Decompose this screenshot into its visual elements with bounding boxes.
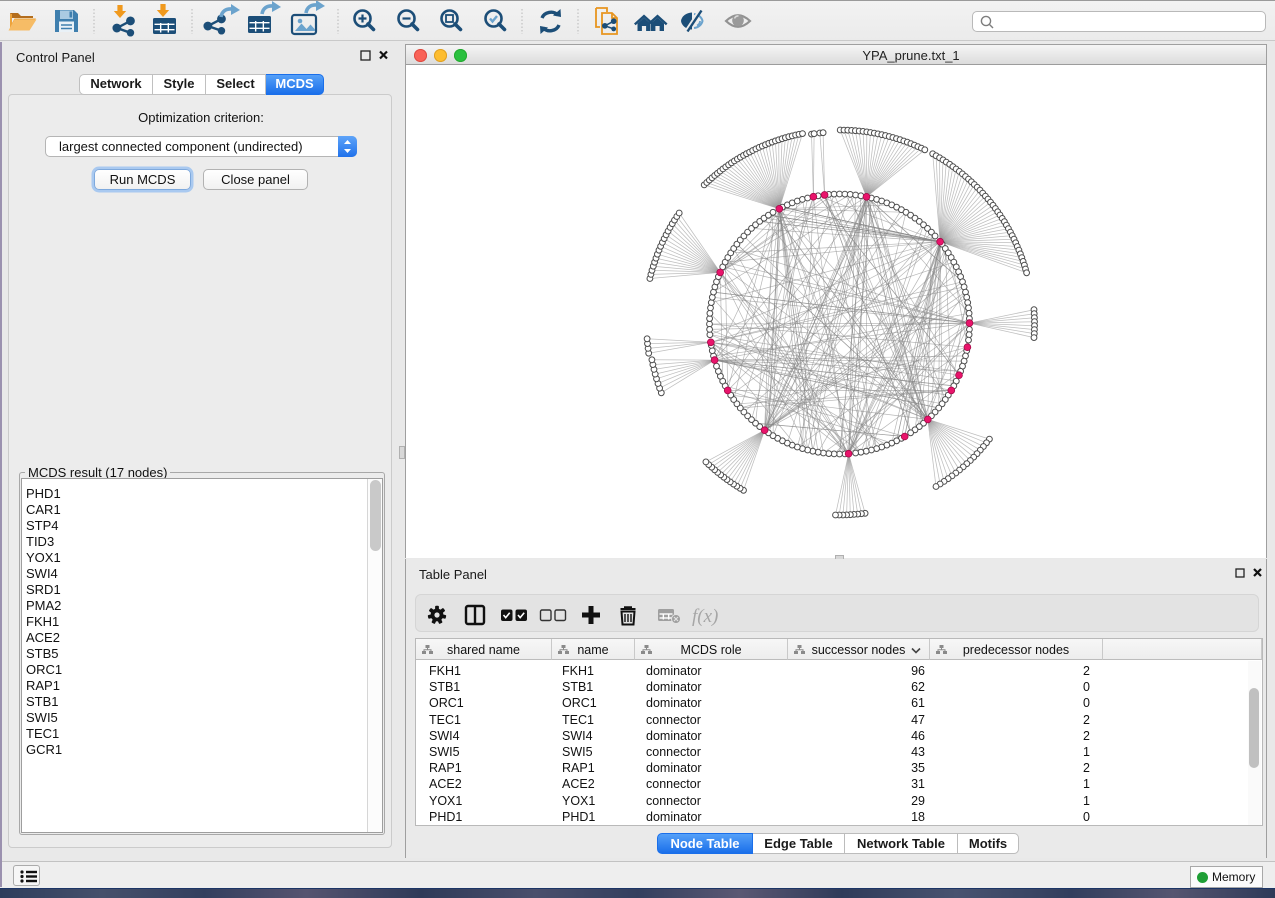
svg-text:f(x): f(x): [692, 606, 718, 627]
